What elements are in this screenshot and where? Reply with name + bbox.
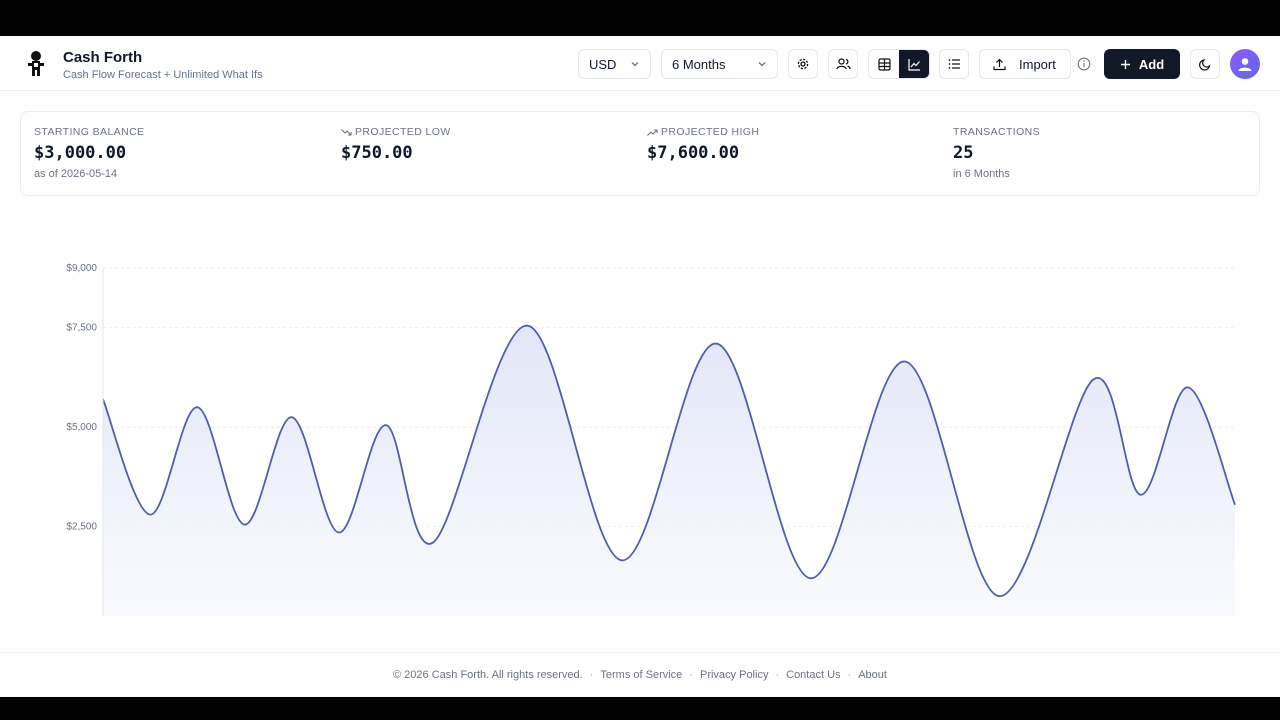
stat-value: $3,000.00 [34, 143, 127, 163]
terms-link[interactable]: Terms of Service [600, 669, 682, 681]
privacy-link[interactable]: Privacy Policy [700, 669, 768, 681]
upload-icon [993, 58, 1006, 70]
stat-projected-low: PROJECTED LOW $750.00 [341, 126, 451, 163]
trending-up-icon [647, 128, 658, 136]
stat-label: TRANSACTIONS [953, 126, 1041, 138]
about-link[interactable]: About [858, 669, 887, 681]
summary-stats-card: STARTING BALANCE $3,000.00 as of 2026-05… [20, 111, 1260, 196]
stat-label: PROJECTED HIGH [661, 126, 760, 138]
stat-value: $750.00 [341, 143, 413, 163]
settings-button[interactable] [788, 49, 818, 79]
add-button[interactable]: Add [1104, 49, 1180, 79]
list-icon [948, 59, 960, 69]
y-tick-label: $7,500 [66, 323, 97, 334]
info-icon[interactable] [1077, 57, 1091, 71]
stat-label: PROJECTED LOW [355, 126, 451, 138]
users-button[interactable] [828, 49, 858, 79]
avatar[interactable] [1230, 49, 1260, 79]
stat-sub: in 6 Months [953, 168, 1010, 180]
contact-link[interactable]: Contact Us [786, 669, 840, 681]
stat-value: $7,600.00 [647, 143, 740, 163]
stat-starting-balance: STARTING BALANCE $3,000.00 as of 2026-05… [34, 126, 144, 180]
stat-label: STARTING BALANCE [34, 126, 145, 138]
line-chart-icon [907, 58, 920, 71]
table-view-button[interactable] [869, 50, 899, 78]
trending-down-icon [341, 128, 352, 136]
balance-chart: $0$2,500$5,000$7,500$9,000May 22Jun 5Jun… [0, 216, 1280, 643]
currency-value: USD [589, 56, 617, 72]
copyright: © 2026 Cash Forth. All rights reserved. [393, 669, 583, 681]
balance-chart-svg: $0$2,500$5,000$7,500$9,000May 22Jun 5Jun… [66, 263, 1248, 643]
chevron-down-icon [631, 62, 639, 67]
stat-value: 25 [953, 143, 974, 163]
plus-icon [1120, 59, 1130, 69]
currency-select[interactable]: USD [578, 49, 651, 79]
stat-sub: as of 2026-05-14 [34, 168, 118, 180]
table-icon [877, 57, 891, 71]
logo-icon [28, 51, 44, 76]
view-toggle [868, 49, 930, 79]
chevron-down-icon [758, 62, 766, 67]
users-icon [835, 58, 851, 70]
add-label: Add [1138, 56, 1165, 72]
period-select[interactable]: 6 Months [661, 49, 778, 79]
gear-icon [797, 58, 809, 70]
period-value: 6 Months [672, 56, 726, 72]
theme-toggle-button[interactable] [1190, 49, 1220, 79]
stat-transactions: TRANSACTIONS 25 in 6 Months [953, 126, 1040, 180]
balance-area-fill [103, 325, 1235, 626]
stat-projected-high: PROJECTED HIGH $7,600.00 [647, 126, 759, 163]
import-button[interactable]: Import [979, 49, 1071, 79]
y-tick-label: $2,500 [66, 522, 97, 533]
app-window: Cash Forth Cash Flow Forecast + Unlimite… [0, 36, 1280, 697]
footer: © 2026 Cash Forth. All rights reserved. … [0, 652, 1280, 697]
top-header: Cash Forth Cash Flow Forecast + Unlimite… [0, 36, 1280, 91]
y-tick-label: $9,000 [66, 263, 97, 274]
import-label: Import [1019, 56, 1056, 72]
moon-icon [1198, 58, 1210, 71]
user-icon [1238, 58, 1252, 71]
chart-view-button[interactable] [899, 50, 929, 78]
list-button[interactable] [939, 49, 969, 79]
brand-name: Cash Forth [63, 49, 143, 66]
brand-tagline: Cash Flow Forecast + Unlimited What Ifs [63, 69, 263, 81]
y-tick-label: $5,000 [66, 422, 97, 433]
